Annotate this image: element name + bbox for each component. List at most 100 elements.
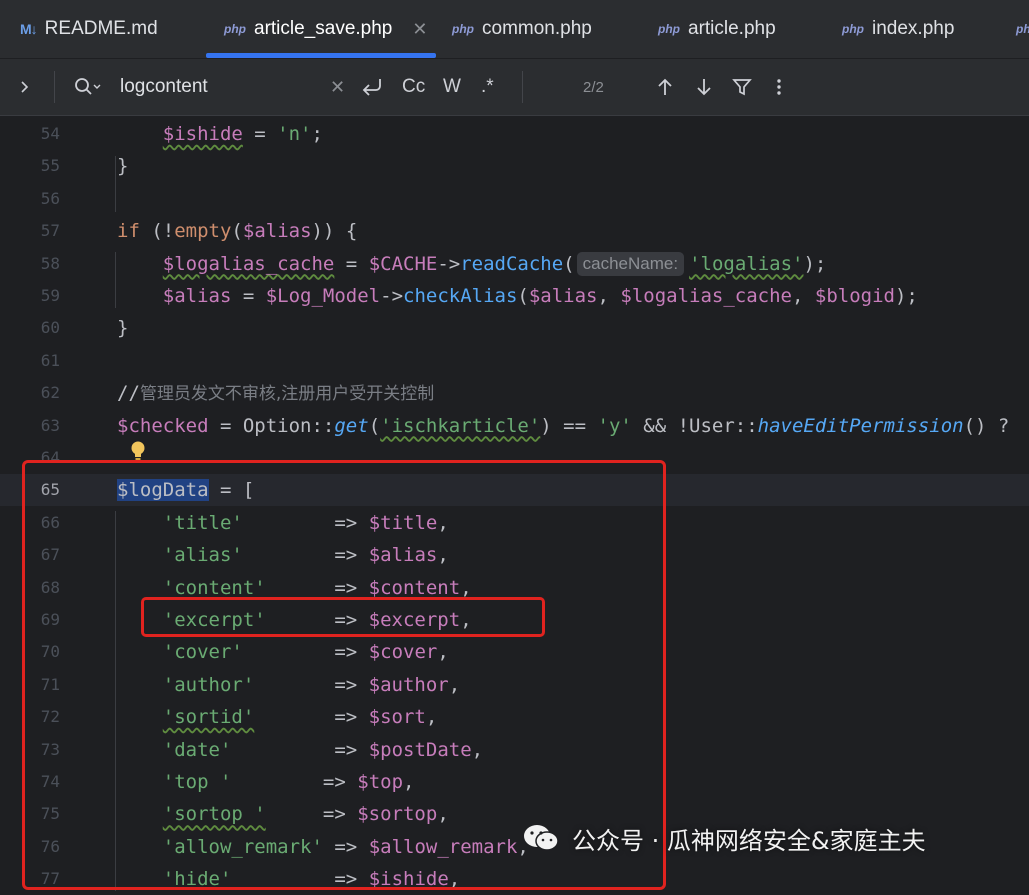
divider [522,71,523,103]
match-count: 2/2 [583,59,604,115]
tab-common[interactable]: php common.php [452,0,592,58]
line-number: 56 [40,188,60,208]
markdown-icon: M↓ [20,21,38,37]
expand-replace-icon[interactable] [18,59,32,115]
code-line[interactable]: 58 $logalias_cache = $CACHE->readCache(c… [0,248,1029,280]
find-bar: logcontent ✕ Cc W .* 2/2 [0,59,1029,116]
match-count-text: 2/2 [583,78,604,96]
code-token: $logalias_cache [620,285,792,307]
code-line[interactable]: 60} [0,312,1029,344]
tab-article[interactable]: php article.php [658,0,776,58]
code-token: $ishide [162,123,243,145]
lightbulb-icon[interactable] [129,440,147,462]
tab-overflow[interactable]: php [1016,0,1029,58]
next-occurrence-icon[interactable] [695,59,713,115]
line-number: 61 [40,350,60,370]
code-line[interactable]: 61 [0,345,1029,377]
code-token: (! [139,220,175,243]
code-line[interactable]: 62 //管理员发文不审核,注册用户受开关控制 [0,377,1029,409]
divider [54,71,55,103]
code-token: $CACHE [368,252,438,275]
line-number: 60 [40,318,60,338]
watermark: 公众号 · 瓜神网络安全&家庭主夫 [522,818,926,858]
php-file-icon: php [658,22,680,36]
code-text: } [117,312,128,344]
code-token: readCache [460,252,564,275]
code-line[interactable]: 54 $ishide = 'n'; [0,118,1029,150]
line-number: 55 [40,156,60,176]
parameter-hint: cacheName: [576,251,685,276]
code-token: 管理员发文不审核,注册用户受开关控制 [139,384,435,405]
tab-label: common.php [482,18,592,39]
tab-label: README.md [44,18,158,39]
code-token: } [117,317,129,340]
tab-article-save[interactable]: php article_save.php ✕ [224,0,427,58]
code-token: get [334,414,369,437]
code-token: = [334,252,369,275]
code-token: -> [437,252,461,275]
match-case-button[interactable]: Cc [402,59,425,115]
code-line[interactable]: 55} [0,150,1029,182]
tab-readme[interactable]: M↓ README.md [20,0,158,58]
code-line[interactable]: 57 if (!empty($alias)) { [0,215,1029,247]
code-token: $logalias_cache [162,252,335,275]
search-input[interactable]: logcontent [120,59,208,115]
code-token: checkAlias [403,285,518,307]
code-token: 'logalias' [689,252,804,275]
php-file-icon: php [224,22,246,36]
code-token: $Log_Model [265,285,381,307]
wechat-icon [524,825,559,851]
code-text: $logalias_cache = $CACHE->readCache(cach… [117,248,826,280]
code-text: if (!empty($alias)) { [117,215,357,247]
annotation-box-excerpt [141,597,545,637]
new-line-icon[interactable] [360,59,384,115]
code-token: ); [894,285,918,307]
line-number: 58 [40,253,60,273]
filter-icon[interactable] [732,59,752,115]
code-token: // [117,382,140,405]
code-token: 'ischkarticle' [380,414,541,437]
line-number: 62 [40,383,60,403]
editor-tab-bar: M↓ README.md php article_save.php ✕ php … [0,0,1029,59]
more-options-icon[interactable] [775,59,783,115]
search-history-icon[interactable] [74,59,102,115]
code-token: if [117,220,140,243]
code-text: $alias = $Log_Model->checkAlias($alias, … [117,280,918,312]
code-token: , [597,285,621,307]
line-number: 54 [40,124,60,143]
code-token: = [242,123,278,145]
tab-index[interactable]: php index.php [842,0,954,58]
tab-label: article.php [688,18,776,39]
code-token: ) == [540,414,598,437]
code-text: $ishide = 'n'; [117,118,323,150]
php-file-icon: php [842,22,864,36]
whole-words-button[interactable]: W [443,59,461,115]
code-token: } [117,155,129,178]
watermark-text: 公众号 · 瓜神网络安全&家庭主夫 [572,826,926,855]
code-token: () ? [963,414,1010,437]
previous-occurrence-icon[interactable] [656,59,674,115]
code-token: = [231,285,266,307]
php-file-icon: php [452,22,474,36]
code-token: $blogid [814,285,895,307]
line-number: 59 [40,286,60,305]
close-tab-icon[interactable]: ✕ [412,19,427,40]
code-line[interactable]: 56 [0,183,1029,215]
code-token: , [791,285,815,307]
clear-search-icon[interactable]: ✕ [330,59,345,115]
code-line[interactable]: 59 $alias = $Log_Model->checkAlias($alia… [0,280,1029,312]
code-text: //管理员发文不审核,注册用户受开关控制 [117,377,434,410]
code-token: -> [380,285,404,307]
regex-button[interactable]: .* [481,59,494,115]
code-token: 'y' [597,414,632,437]
code-token: $alias [242,220,312,243]
code-line[interactable]: 63 $checked = Option::get('ischkarticle')… [0,410,1029,442]
code-token: empty [174,220,232,243]
code-token: ( [231,220,243,243]
code-token: ( [563,252,575,275]
code-token: )) { [311,220,358,243]
code-token: $alias [528,285,598,307]
code-token: = Option:: [208,414,335,437]
code-token: haveEditPermission [757,414,964,437]
